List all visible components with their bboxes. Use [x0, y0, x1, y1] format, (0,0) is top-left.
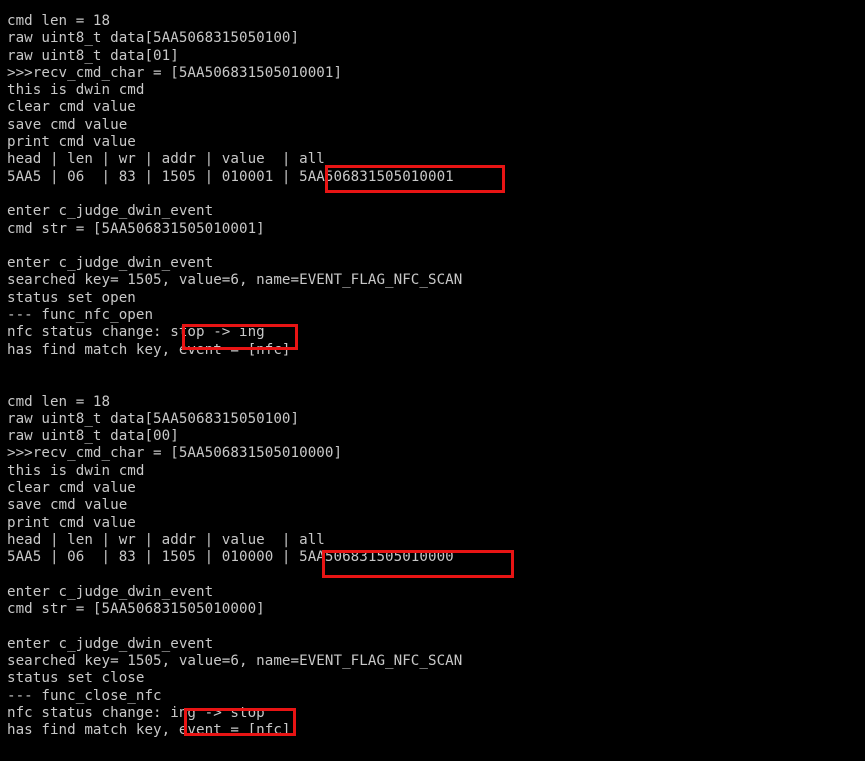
console-line: enter c_judge_dwin_event [7, 203, 214, 220]
console-line: status set close [7, 670, 145, 687]
console-line: enter c_judge_dwin_event [7, 583, 214, 600]
console-line: searched key= 1505, value=6, name=EVENT_… [7, 272, 463, 289]
console-line: searched key= 1505, value=6, name=EVENT_… [7, 652, 463, 669]
console-output: cmd len = 18 raw uint8_t data[5AA50683150… [7, 13, 865, 739]
console-line: 5AA5 | 06 | 83 | 1505 | 010001 | 5AA5068… [7, 168, 454, 185]
console-line: nfc status change: stop -> ing [7, 324, 265, 341]
console-line: status set open [7, 289, 136, 306]
console-line: print cmd value [7, 514, 136, 531]
console-line: raw uint8_t data[01] [7, 47, 179, 64]
console-line: >>>recv_cmd_char = [5AA506831505010000] [7, 445, 343, 462]
console-line: >>>recv_cmd_char = [5AA506831505010001] [7, 64, 343, 81]
console-line: --- func_close_nfc [7, 687, 162, 704]
console-line: raw uint8_t data[5AA5068315050100] [7, 30, 300, 47]
terminal-console[interactable]: cmd len = 18 raw uint8_t data[5AA50683150… [0, 0, 865, 761]
console-line: enter c_judge_dwin_event [7, 635, 214, 652]
console-line: 5AA5 | 06 | 83 | 1505 | 010000 | 5AA5068… [7, 549, 454, 566]
console-line: raw uint8_t data[5AA5068315050100] [7, 410, 300, 427]
console-line: clear cmd value [7, 99, 136, 116]
console-line: this is dwin cmd [7, 82, 145, 99]
console-line: cmd len = 18 [7, 393, 111, 410]
console-line: cmd str = [5AA506831505010001] [7, 220, 265, 237]
console-line: save cmd value [7, 116, 128, 133]
console-line: raw uint8_t data[00] [7, 428, 179, 445]
console-line: has find match key, event = [nfc] [7, 341, 291, 358]
console-line: head | len | wr | addr | value | all [7, 151, 325, 168]
console-line: has find match key, event = [nfc] [7, 722, 291, 739]
console-line: --- func_nfc_open [7, 307, 154, 324]
console-line: enter c_judge_dwin_event [7, 255, 214, 272]
console-line: cmd str = [5AA506831505010000] [7, 601, 265, 618]
console-line: cmd len = 18 [7, 13, 111, 29]
console-line: nfc status change: ing -> stop [7, 704, 265, 721]
console-line: head | len | wr | addr | value | all [7, 531, 325, 548]
console-line: clear cmd value [7, 480, 136, 497]
console-line: this is dwin cmd [7, 462, 145, 479]
console-line: print cmd value [7, 134, 136, 151]
console-line: save cmd value [7, 497, 128, 514]
